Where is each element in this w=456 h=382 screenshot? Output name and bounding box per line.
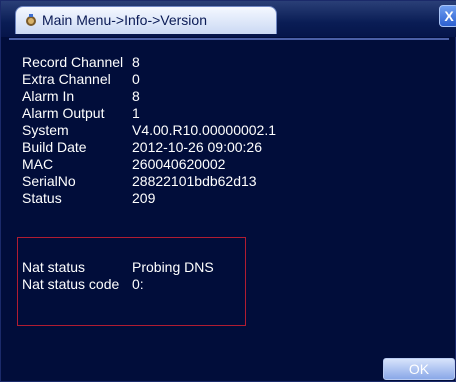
info-label: Alarm Output xyxy=(22,105,105,121)
menu-home-icon xyxy=(24,13,38,27)
info-label: Extra Channel xyxy=(22,71,111,87)
info-value: 2012-10-26 09:00:26 xyxy=(132,139,262,155)
close-button[interactable]: X xyxy=(439,5,456,27)
info-row-record-channel: Record Channel 8 xyxy=(22,54,276,71)
version-window: Main Menu->Info->Version X Record Channe… xyxy=(0,0,456,382)
info-value: 209 xyxy=(132,190,156,206)
info-row-system: System V4.00.R10.00000002.1 xyxy=(22,122,276,139)
window-title: Main Menu->Info->Version xyxy=(42,12,207,28)
nat-value: Probing DNS xyxy=(132,259,214,275)
info-row-status: Status 209 xyxy=(22,190,276,207)
info-label: Alarm In xyxy=(22,88,75,104)
info-value: 28822101bdb62d13 xyxy=(132,173,257,189)
info-row-extra-channel: Extra Channel 0 xyxy=(22,71,276,88)
info-label: Status xyxy=(22,190,62,206)
info-value: 0 xyxy=(132,71,140,87)
close-icon: X xyxy=(444,8,454,24)
nat-row-status-code: Nat status code 0: xyxy=(22,276,214,293)
nat-value: 0: xyxy=(132,276,144,292)
title-bar: Main Menu->Info->Version X xyxy=(1,1,456,37)
info-row-build-date: Build Date 2012-10-26 09:00:26 xyxy=(22,139,276,156)
info-value: V4.00.R10.00000002.1 xyxy=(132,122,277,138)
title-tab: Main Menu->Info->Version xyxy=(15,6,277,34)
info-value: 260040620002 xyxy=(132,156,226,172)
info-row-alarm-in: Alarm In 8 xyxy=(22,88,276,105)
info-label: MAC xyxy=(22,156,54,172)
info-label: Build Date xyxy=(22,139,87,155)
ok-button[interactable]: OK xyxy=(383,358,455,380)
info-value: 1 xyxy=(132,105,140,121)
info-value: 8 xyxy=(132,54,140,70)
info-label: SerialNo xyxy=(22,173,76,189)
info-value: 8 xyxy=(132,88,140,104)
nat-info-list: Nat status Probing DNS Nat status code 0: xyxy=(22,259,214,293)
nat-label: Nat status xyxy=(22,259,86,275)
nat-row-status: Nat status Probing DNS xyxy=(22,259,214,276)
info-label: Record Channel xyxy=(22,54,124,70)
version-info-list: Record Channel 8 Extra Channel 0 Alarm In 8… xyxy=(22,54,276,207)
info-label: System xyxy=(22,122,69,138)
title-divider xyxy=(9,38,449,40)
nat-label: Nat status code xyxy=(22,276,120,292)
info-row-serial-no: SerialNo 28822101bdb62d13 xyxy=(22,173,276,190)
info-row-alarm-output: Alarm Output 1 xyxy=(22,105,276,122)
info-row-mac: MAC 260040620002 xyxy=(22,156,276,173)
